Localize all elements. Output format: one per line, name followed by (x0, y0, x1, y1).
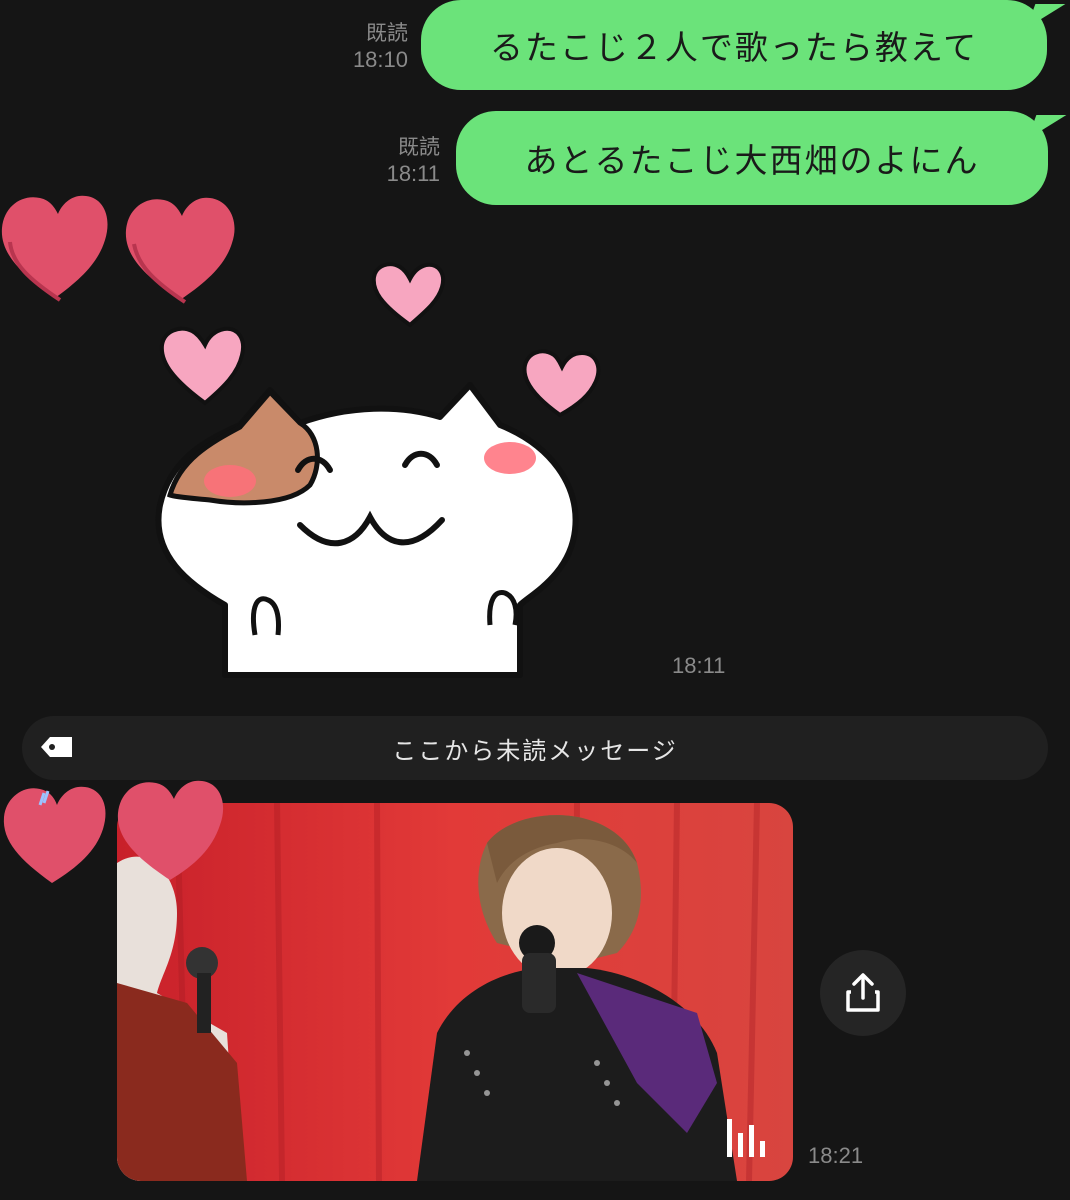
read-receipt: 既読 (366, 22, 408, 45)
share-icon (846, 973, 880, 1012)
video-time: 18:21 (808, 1143, 864, 1168)
audio-bars-icon (727, 1119, 765, 1157)
cat-hearts-sticker[interactable] (150, 255, 620, 685)
message-text: あとるたこじ大西畑のよにん (524, 141, 980, 180)
unread-divider-label: ここから未読メッセージ (392, 736, 678, 765)
message-meta-2: 既読 18:11 (362, 136, 440, 188)
message-text: るたこじ２人で歌ったら教えて (489, 28, 979, 67)
message-meta-1: 既読 18:10 (330, 22, 408, 74)
read-receipt: 既読 (398, 136, 440, 159)
message-time: 18:10 (352, 47, 408, 72)
tag-icon (41, 737, 72, 757)
message-bubble-2[interactable]: あとるたこじ大西畑のよにん (456, 111, 1048, 205)
message-time: 18:11 (386, 161, 440, 186)
unread-divider: ここから未読メッセージ (22, 716, 1048, 780)
share-button[interactable] (820, 950, 906, 1036)
message-bubble-1[interactable]: るたこじ２人で歌ったら教えて (421, 0, 1047, 90)
heart-decoration-icon (3, 780, 224, 883)
sticker-time: 18:11 (672, 653, 726, 678)
